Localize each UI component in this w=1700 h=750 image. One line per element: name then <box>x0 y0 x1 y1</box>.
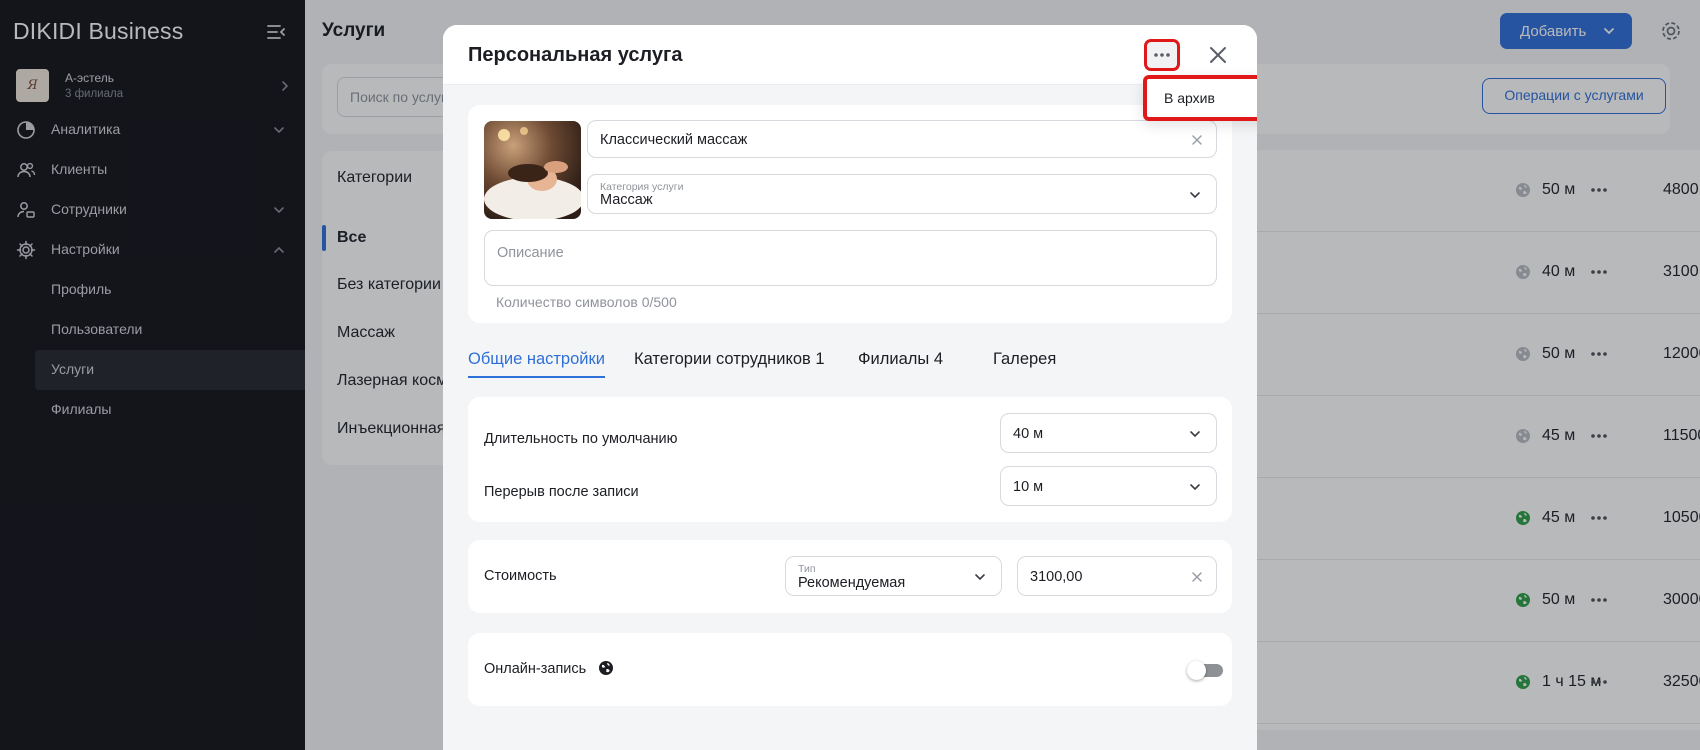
duration-value: 40 м <box>1013 426 1044 442</box>
close-icon[interactable] <box>1204 41 1232 69</box>
service-category-select[interactable]: Категория услуги Массаж <box>587 174 1217 214</box>
duration-select[interactable]: 40 м <box>1000 413 1217 453</box>
duration-label: Длительность по умолчанию <box>484 431 678 447</box>
archive-menu-item[interactable]: В архив <box>1164 90 1215 106</box>
category-field-value: Массаж <box>600 192 653 208</box>
clear-icon[interactable] <box>1190 570 1204 584</box>
service-photo[interactable] <box>484 121 581 219</box>
globe-icon <box>599 661 613 675</box>
online-booking-toggle[interactable] <box>1187 661 1223 680</box>
description-placeholder: Описание <box>497 245 564 261</box>
chevron-down-icon <box>1190 484 1200 491</box>
chevron-down-icon <box>1190 431 1200 438</box>
more-options-menu: В архив <box>1143 75 1257 121</box>
type-field-value: Рекомендуемая <box>798 575 906 591</box>
type-field-label: Тип <box>798 563 816 575</box>
tab-general-settings[interactable]: Общие настройки <box>468 350 605 378</box>
char-count: Количество символов 0/500 <box>496 294 677 310</box>
chevron-down-icon <box>975 574 985 581</box>
modal-title: Персональная услуга <box>468 44 683 66</box>
modal-header: Персональная услуга <box>443 25 1257 85</box>
price-value: 3100,00 <box>1030 569 1083 585</box>
service-name-value: Классический массаж <box>600 132 748 148</box>
service-main-card: Классический массаж Категория услуги Мас… <box>468 105 1232 323</box>
price-label: Стоимость <box>484 568 557 584</box>
break-label: Перерыв после записи <box>484 484 639 500</box>
online-booking-card: Онлайн-запись <box>468 633 1232 706</box>
price-card: Стоимость Тип Рекомендуемая 3100,00 <box>468 540 1232 613</box>
chevron-down-icon <box>1190 192 1200 199</box>
more-dots-icon <box>1154 53 1170 57</box>
break-value: 10 м <box>1013 479 1044 495</box>
toggle-knob <box>1187 661 1206 680</box>
service-name-field[interactable]: Классический массаж <box>587 120 1217 158</box>
duration-card: Длительность по умолчанию 40 м Перерыв п… <box>468 397 1232 522</box>
service-modal: Персональная услуга Классический массаж … <box>443 25 1257 750</box>
clear-icon[interactable] <box>1190 133 1204 147</box>
break-select[interactable]: 10 м <box>1000 466 1217 506</box>
tab-branches[interactable]: Филиалы 4 <box>858 350 943 378</box>
description-field[interactable]: Описание <box>484 230 1217 286</box>
price-type-select[interactable]: Тип Рекомендуемая <box>785 556 1002 596</box>
online-booking-label: Онлайн-запись <box>484 661 587 677</box>
price-input[interactable]: 3100,00 <box>1017 556 1217 596</box>
tab-staff-categories[interactable]: Категории сотрудников 1 <box>634 350 825 378</box>
tab-gallery[interactable]: Галерея <box>993 350 1056 378</box>
more-options-button[interactable] <box>1144 39 1180 71</box>
